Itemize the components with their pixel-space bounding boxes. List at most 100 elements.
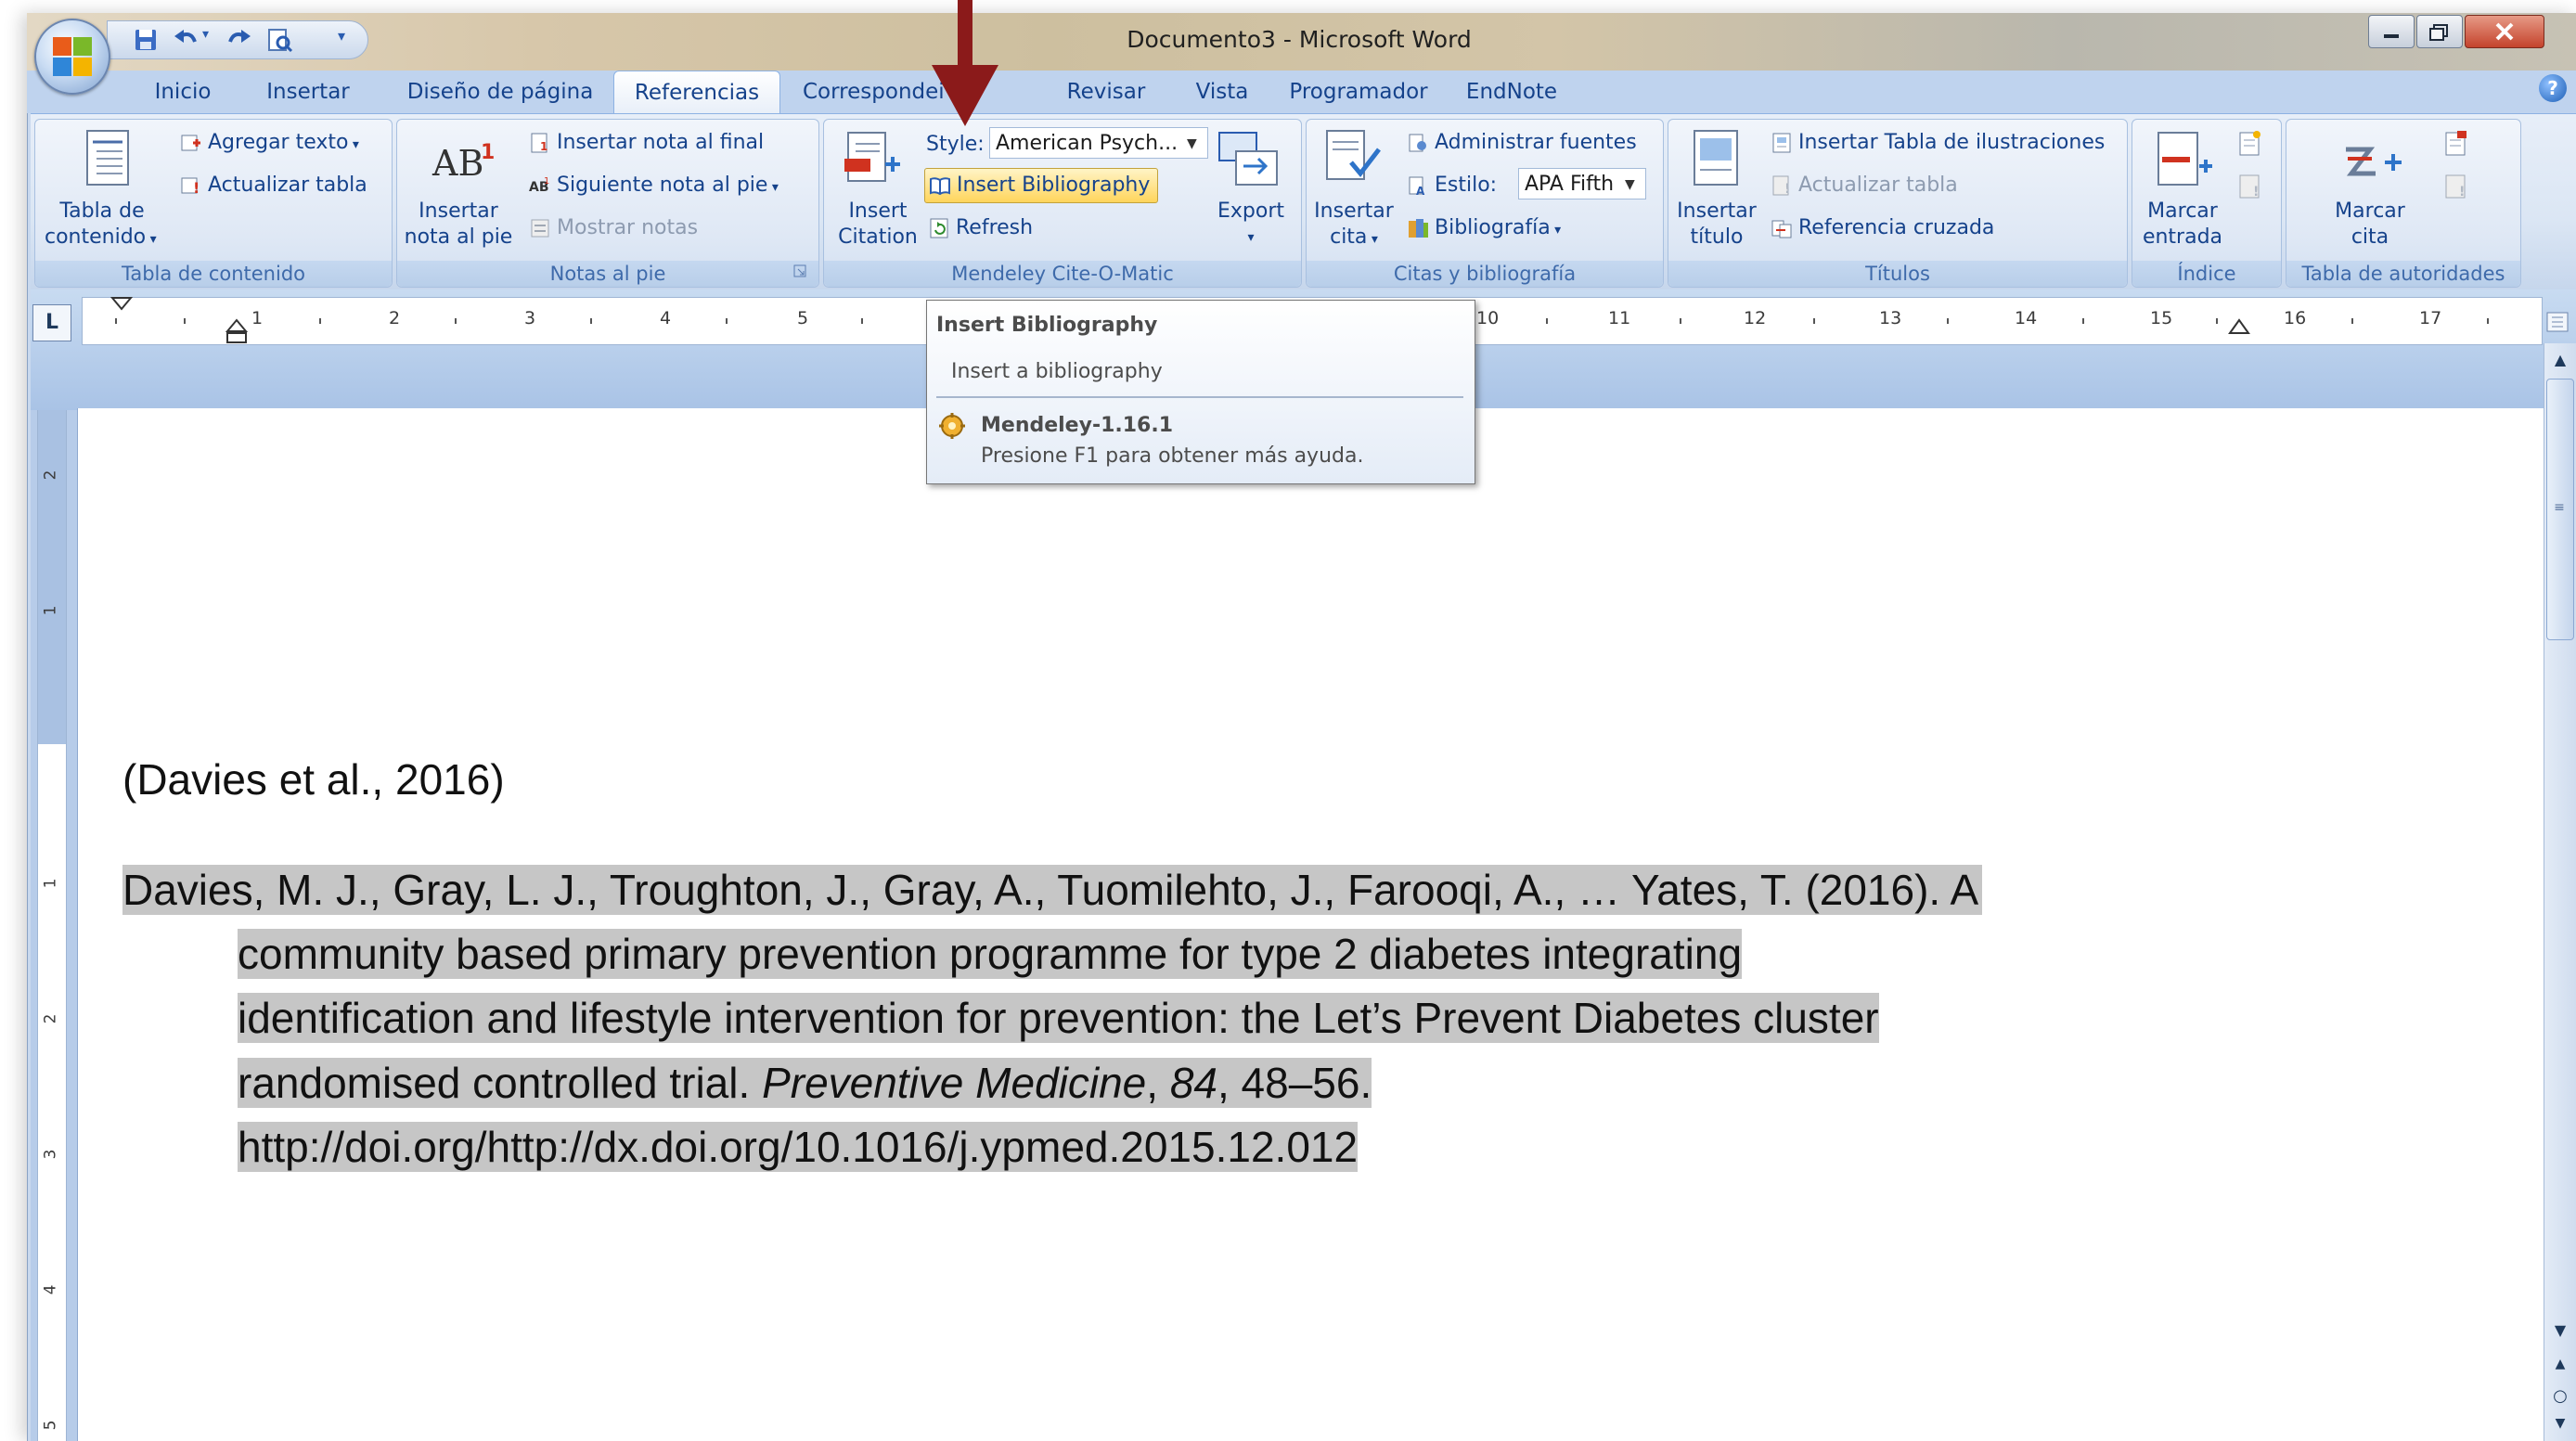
style-label: Style: (926, 133, 985, 156)
update-index-icon[interactable]: ! (2235, 172, 2264, 201)
insert-table-authorities-icon[interactable] (2441, 129, 2470, 159)
insert-footnote-line2[interactable]: nota al pie (403, 225, 514, 250)
dialog-launcher-icon[interactable] (792, 264, 807, 278)
mark-entry-line2[interactable]: entrada (2136, 225, 2229, 250)
insert-caption-line2[interactable]: título (1672, 225, 1761, 250)
view-ruler-icon[interactable] (2544, 308, 2572, 336)
tab-insertar[interactable]: Insertar (248, 71, 368, 113)
office-button[interactable] (34, 19, 110, 95)
mark-entry-line1[interactable]: Marcar (2136, 199, 2229, 224)
group-mendeley: Insert Citation Style: American Psych...… (823, 119, 1302, 288)
insert-citation-word-icon (1326, 130, 1381, 180)
hanging-indent-marker[interactable] (225, 318, 248, 346)
scroll-up-icon[interactable]: ▲ (2548, 351, 2572, 371)
group-label-footnotes: Notas al pie (397, 261, 818, 287)
chevron-down-icon: ▾ (1367, 232, 1378, 247)
customize-qat-icon[interactable]: ▾ (338, 27, 366, 53)
minimize-button[interactable] (2368, 15, 2415, 48)
insert-cita-line1[interactable]: Insertar (1312, 199, 1396, 224)
refresh-button[interactable]: Refresh (928, 216, 1033, 240)
cross-reference-icon (1771, 220, 1792, 238)
chevron-down-icon: ▼ (1625, 177, 1635, 192)
show-notes-button[interactable]: Mostrar notas (529, 216, 698, 240)
tooltip-title: Insert Bibliography (936, 314, 1158, 337)
footnotes-label-text: Notas al pie (549, 263, 666, 285)
insert-footnote-line1[interactable]: Insertar (403, 199, 514, 224)
toc-button-line1[interactable]: Tabla de (46, 199, 158, 224)
tab-vista[interactable]: Vista (1176, 71, 1269, 113)
mark-citation-icon (2346, 147, 2402, 176)
insert-caption-line1[interactable]: Insertar (1672, 199, 1761, 224)
bibliography-line[interactable]: randomised controlled trial. Preventive … (238, 1058, 1372, 1108)
undo-icon[interactable] (173, 27, 200, 53)
print-preview-icon[interactable] (265, 27, 293, 53)
tab-inicio[interactable]: Inicio (136, 71, 229, 113)
toc-button-line2[interactable]: contenido ▾ (45, 225, 157, 251)
next-footnote-button[interactable]: AB 1 Siguiente nota al pie ▾ (529, 174, 779, 199)
insert-index-icon[interactable] (2235, 129, 2264, 159)
insert-citation-line2[interactable]: Citation (831, 225, 924, 250)
citation-style-select[interactable]: APA Fifth ▼ (1518, 168, 1646, 199)
citation-style-label: A Estilo: (1407, 174, 1497, 198)
svg-text:A: A (1416, 185, 1425, 197)
manage-sources-button[interactable]: Administrar fuentes (1407, 131, 1637, 155)
insert-table-figures-button[interactable]: Insertar Tabla de ilustraciones (1771, 131, 2105, 155)
right-indent-marker[interactable] (2228, 318, 2250, 337)
group-footnotes: AB 1 Insertar nota al pie 1 Insertar nota … (396, 119, 819, 288)
insert-cita-line2[interactable]: cita ▾ (1312, 225, 1396, 251)
update-table-button[interactable]: ! Actualizar tabla (180, 174, 367, 198)
insert-bibliography-button[interactable]: Insert Bibliography (924, 168, 1159, 203)
mendeley-style-select[interactable]: American Psych... ▼ (989, 127, 1208, 159)
tab-programador[interactable]: Programador (1280, 71, 1437, 113)
export-button[interactable]: Export ▾ (1214, 199, 1288, 250)
cross-reference-button[interactable]: Referencia cruzada (1771, 216, 1994, 240)
mark-citation-line1[interactable]: Marcar (2324, 199, 2416, 224)
insert-citation-line1[interactable]: Insert (831, 199, 924, 224)
bibliography-button[interactable]: Bibliografía ▾ (1407, 216, 1561, 242)
scroll-down-icon[interactable]: ▼ (2548, 1321, 2572, 1342)
svg-text:!: ! (193, 179, 200, 197)
svg-text:1: 1 (540, 140, 547, 153)
tab-revisar[interactable]: Revisar (1057, 71, 1155, 113)
tab-selector[interactable]: L (32, 304, 71, 341)
tooltip-addin-name: Mendeley-1.16.1 (981, 414, 1174, 437)
vruler-tick: 3 (41, 1149, 60, 1160)
reference-journal: Preventive Medicine (762, 1059, 1147, 1107)
bibliography-line[interactable]: Davies, M. J., Gray, L. J., Troughton, J… (122, 865, 1983, 915)
select-browse-object-icon[interactable]: ○ (2548, 1386, 2572, 1407)
bibliography-line[interactable]: identification and lifestyle interventio… (238, 993, 1879, 1043)
reference-pages: , 48–56. (1217, 1059, 1372, 1107)
update-table-figures-icon: ! (1772, 175, 1790, 197)
save-icon[interactable] (132, 27, 160, 53)
group-label-mendeley: Mendeley Cite-O-Matic (824, 261, 1301, 287)
chevron-down-icon: ▾ (348, 137, 359, 152)
redo-icon[interactable] (225, 27, 252, 53)
update-table-figures-button[interactable]: ! Actualizar tabla (1771, 174, 1958, 198)
update-table-authorities-icon[interactable]: ! (2441, 172, 2470, 201)
table-of-contents-icon (86, 130, 129, 186)
restore-button[interactable] (2416, 15, 2463, 48)
document-page[interactable] (77, 408, 2544, 1441)
first-line-indent-marker[interactable] (110, 296, 133, 315)
insert-endnote-button[interactable]: 1 Insertar nota al final (529, 131, 764, 155)
next-page-icon[interactable]: ▼ (2548, 1416, 2572, 1436)
group-captions: Insertar título Insertar Tabla de ilustr… (1668, 119, 2128, 288)
bibliography-line[interactable]: http://doi.org/http://dx.doi.org/10.1016… (238, 1122, 1359, 1172)
vruler-tick: 1 (41, 605, 60, 616)
previous-page-icon[interactable]: ▲ (2548, 1357, 2572, 1377)
next-footnote-icon: AB1 (529, 176, 549, 195)
svg-text:1: 1 (481, 141, 494, 164)
tab-diseno-pagina[interactable]: Diseño de página (389, 71, 612, 113)
tab-endnote[interactable]: EndNote (1456, 71, 1567, 113)
svg-text:!: ! (1784, 182, 1790, 197)
add-text-button[interactable]: Agregar texto ▾ (180, 131, 359, 157)
in-text-citation[interactable]: (Davies et al., 2016) (122, 754, 505, 804)
mark-citation-line2[interactable]: cita (2324, 225, 2416, 250)
vertical-ruler[interactable]: 2 1 1 2 3 4 5 (37, 410, 67, 1441)
estilo-label: Estilo: (1435, 174, 1498, 197)
minimize-icon (2384, 34, 2399, 38)
help-icon[interactable]: ? (2539, 74, 2567, 102)
tab-referencias[interactable]: Referencias (613, 71, 780, 116)
bibliography-line[interactable]: community based primary prevention progr… (238, 929, 1743, 979)
close-button[interactable] (2465, 15, 2544, 48)
